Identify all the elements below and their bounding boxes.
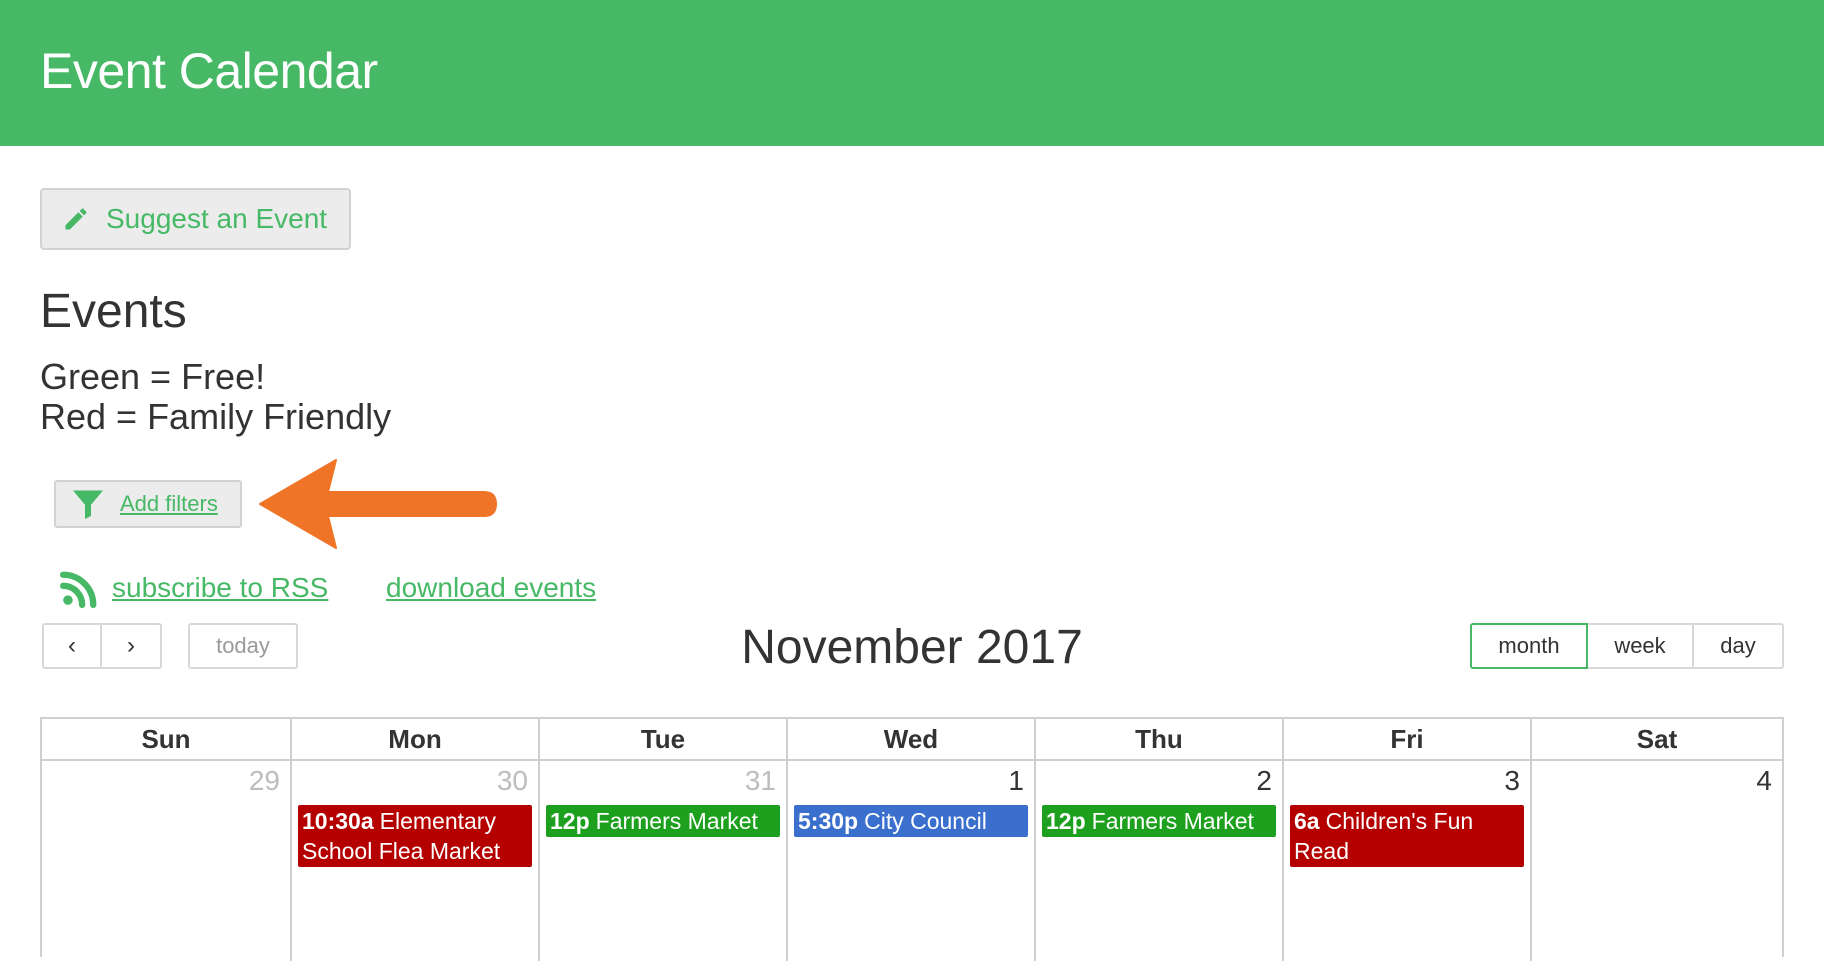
weekday-mon: Mon xyxy=(290,719,538,759)
day-cell[interactable]: 30 10:30a Elementary School Flea Market xyxy=(290,761,538,961)
day-number[interactable]: 4 xyxy=(1756,765,1772,797)
weekday-header: Sun Mon Tue Wed Thu Fri Sat xyxy=(42,719,1782,761)
day-cell[interactable]: 31 12p Farmers Market xyxy=(538,761,786,961)
view-switcher: month week day xyxy=(1470,623,1784,669)
calendar-week-row: 29 30 10:30a Elementary School Flea Market 3… xyxy=(42,761,1782,961)
weekday-fri: Fri xyxy=(1282,719,1530,759)
suggest-event-label: Suggest an Event xyxy=(106,203,328,234)
calendar-event[interactable]: 6a Children's Fun Read xyxy=(1290,805,1524,867)
event-time: 12p xyxy=(1046,808,1086,834)
event-time: 5:30p xyxy=(798,808,859,834)
event-time: 6a xyxy=(1294,808,1320,834)
event-title: City Council xyxy=(864,808,987,834)
event-time: 12p xyxy=(550,808,590,834)
filter-icon xyxy=(73,490,103,519)
day-number[interactable]: 29 xyxy=(249,765,280,797)
view-day-button[interactable]: day xyxy=(1694,623,1784,669)
weekday-sat: Sat xyxy=(1530,719,1782,759)
header-bar: Event Calendar xyxy=(0,0,1824,146)
calendar-event[interactable]: 12p Farmers Market xyxy=(1042,805,1276,837)
view-month-button[interactable]: month xyxy=(1470,623,1588,669)
day-number[interactable]: 31 xyxy=(745,765,776,797)
day-cell[interactable]: 1 5:30p City Council xyxy=(786,761,1034,961)
add-filters-label: Add filters xyxy=(120,491,218,516)
legend-family: Red = Family Friendly xyxy=(40,396,392,437)
view-week-button[interactable]: week xyxy=(1588,623,1694,669)
app-title: Event Calendar xyxy=(40,43,378,99)
calendar-event[interactable]: 5:30p City Council xyxy=(794,805,1028,837)
month-calendar-grid: Sun Mon Tue Wed Thu Fri Sat 29 30 10:30a El… xyxy=(40,717,1784,961)
weekday-tue: Tue xyxy=(538,719,786,759)
subscribe-rss-link[interactable]: subscribe to RSS xyxy=(112,572,328,604)
weekday-thu: Thu xyxy=(1034,719,1282,759)
event-time: 10:30a xyxy=(302,808,374,834)
day-cell[interactable]: 4 xyxy=(1530,761,1782,961)
day-cell[interactable]: 3 6a Children's Fun Read xyxy=(1282,761,1530,961)
pencil-icon xyxy=(65,208,87,230)
day-cell[interactable]: 29 xyxy=(42,761,290,961)
legend-free: Green = Free! xyxy=(40,356,266,397)
rss-icon[interactable] xyxy=(60,570,98,608)
orange-arrow-pointer-icon xyxy=(259,459,497,549)
event-title: Children's Fun Read xyxy=(1294,808,1474,864)
day-number[interactable]: 30 xyxy=(497,765,528,797)
day-cell[interactable]: 2 12p Farmers Market xyxy=(1034,761,1282,961)
suggest-event-button[interactable]: Suggest an Event xyxy=(40,188,351,250)
calendar-event[interactable]: 10:30a Elementary School Flea Market xyxy=(298,805,532,867)
day-number[interactable]: 1 xyxy=(1008,765,1024,797)
event-title: Farmers Market xyxy=(1091,808,1254,834)
add-filters-button[interactable]: Add filters xyxy=(54,480,242,528)
events-heading: Events xyxy=(40,285,187,338)
weekday-wed: Wed xyxy=(786,719,1034,759)
weekday-sun: Sun xyxy=(141,724,191,754)
day-number[interactable]: 2 xyxy=(1256,765,1272,797)
download-events-link[interactable]: download events xyxy=(386,572,596,604)
event-title: Farmers Market xyxy=(595,808,758,834)
day-number[interactable]: 3 xyxy=(1504,765,1520,797)
calendar-event[interactable]: 12p Farmers Market xyxy=(546,805,780,837)
